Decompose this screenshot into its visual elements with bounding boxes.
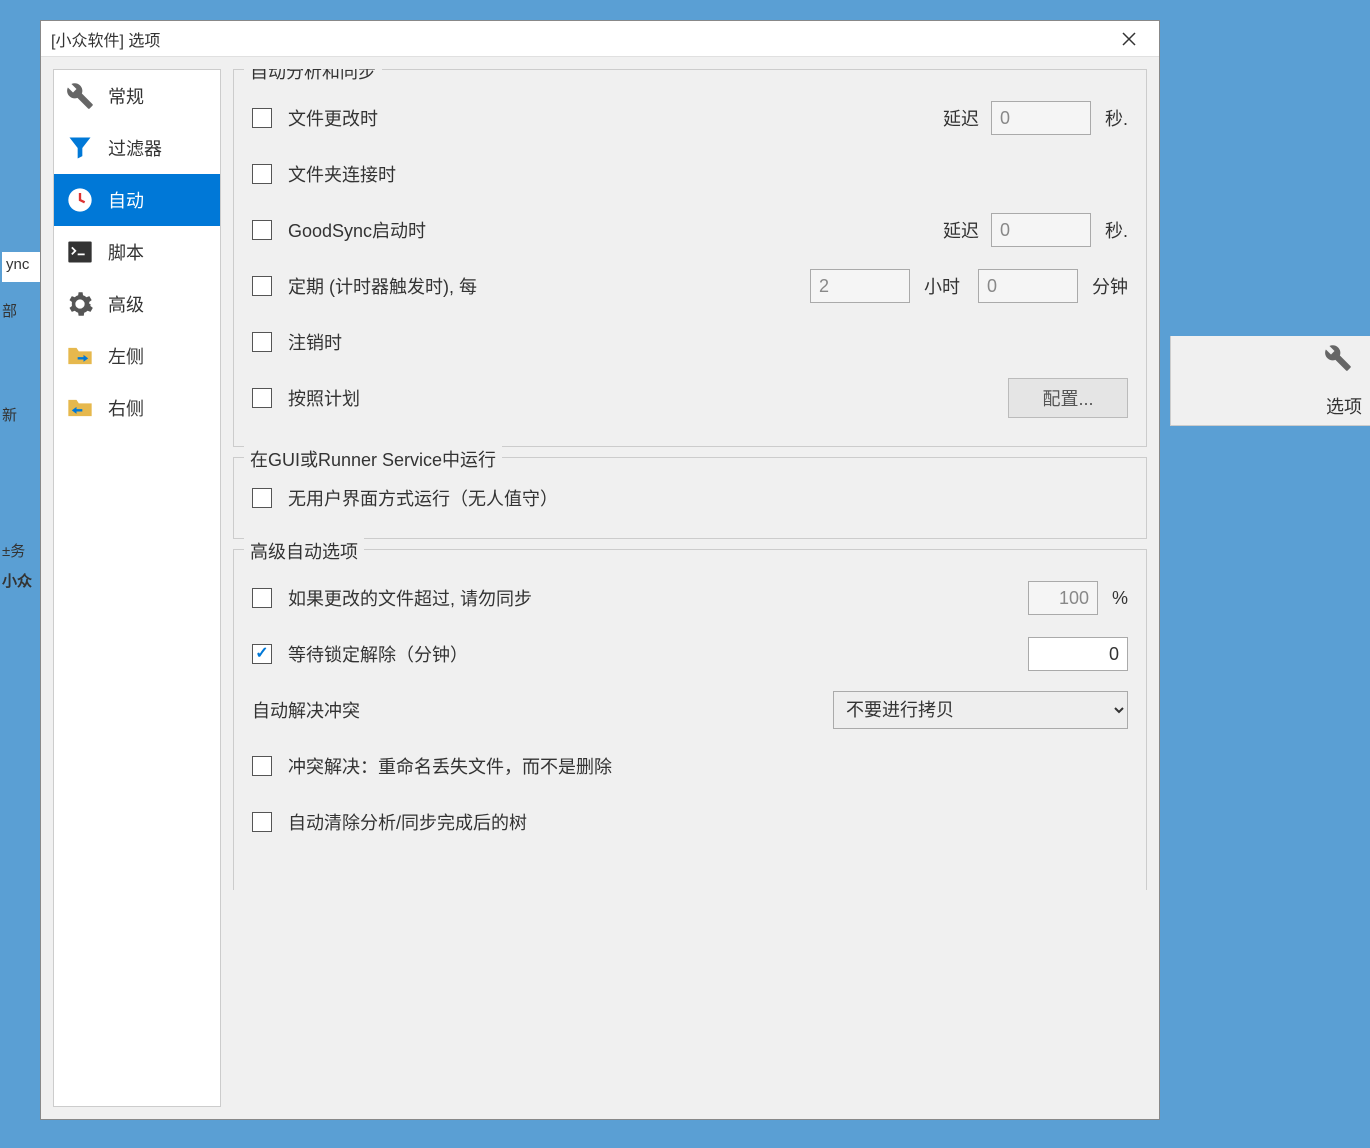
sidebar-item-label: 右侧	[108, 395, 144, 421]
checkbox-label: 定期 (计时器触发时), 每	[288, 273, 477, 299]
percent-input[interactable]	[1028, 581, 1098, 615]
row-folder-connect: 文件夹连接时	[252, 146, 1128, 202]
options-dialog: [小众软件] 选项 常规 过滤器 自动 脚本 高	[40, 20, 1160, 1120]
group-title: 在GUI或Runner Service中运行	[244, 446, 502, 472]
bg-frag: 小众	[2, 570, 32, 591]
checkbox-auto-clear[interactable]	[252, 812, 272, 832]
sidebar-item-label: 左侧	[108, 343, 144, 369]
titlebar: [小众软件] 选项	[41, 21, 1159, 57]
bg-frag: 选项	[1326, 393, 1362, 419]
checkbox-label: 冲突解决：重命名丢失文件，而不是删除	[288, 753, 612, 779]
checkbox-logout[interactable]	[252, 332, 272, 352]
row-schedule: 按照计划 配置...	[252, 370, 1128, 426]
checkbox-label: GoodSync启动时	[288, 217, 426, 243]
sidebar: 常规 过滤器 自动 脚本 高级 左侧	[53, 69, 221, 1107]
bg-frag: 新	[2, 404, 17, 425]
sidebar-item-label: 自动	[108, 187, 144, 213]
checkbox-rename-lost[interactable]	[252, 756, 272, 776]
sidebar-item-advanced[interactable]: 高级	[54, 278, 220, 330]
clock-icon	[66, 186, 94, 214]
sidebar-item-general[interactable]: 常规	[54, 70, 220, 122]
row-no-sync-if: 如果更改的文件超过, 请勿同步 %	[252, 570, 1128, 626]
checkbox-wait-unlock[interactable]	[252, 644, 272, 664]
checkbox-label: 如果更改的文件超过, 请勿同步	[288, 585, 532, 611]
sidebar-item-auto[interactable]: 自动	[54, 174, 220, 226]
row-wait-unlock: 等待锁定解除（分钟）	[252, 626, 1128, 682]
row-label: 自动解决冲突	[252, 697, 360, 723]
checkbox-goodsync-start[interactable]	[252, 220, 272, 240]
unit-label: 秒.	[1105, 217, 1128, 243]
checkbox-no-sync-if[interactable]	[252, 588, 272, 608]
row-goodsync-start: GoodSync启动时 延迟 秒.	[252, 202, 1128, 258]
minute-input[interactable]	[978, 269, 1078, 303]
sidebar-item-right[interactable]: 右侧	[54, 382, 220, 434]
group-run-mode: 在GUI或Runner Service中运行 无用户界面方式运行（无人值守）	[233, 457, 1147, 539]
folder-right-icon	[66, 342, 94, 370]
dialog-title: [小众软件] 选项	[51, 27, 160, 51]
checkbox-unattended[interactable]	[252, 488, 272, 508]
wrench-icon	[66, 82, 94, 110]
folder-left-icon	[66, 394, 94, 422]
group-title: 自动分析和同步	[244, 69, 382, 84]
group-advanced-auto: 高级自动选项 如果更改的文件超过, 请勿同步 % 等待锁定解除（分钟） 自动解决…	[233, 549, 1147, 890]
checkbox-folder-connect[interactable]	[252, 164, 272, 184]
group-title: 高级自动选项	[244, 538, 364, 564]
checkbox-label: 文件更改时	[288, 105, 378, 131]
unit-label: 秒.	[1105, 105, 1128, 131]
checkbox-label: 无用户界面方式运行（无人值守）	[288, 485, 558, 511]
funnel-icon	[66, 134, 94, 162]
checkbox-label: 按照计划	[288, 385, 360, 411]
sidebar-item-label: 脚本	[108, 239, 144, 265]
sidebar-item-script[interactable]: 脚本	[54, 226, 220, 278]
row-auto-clear: 自动清除分析/同步完成后的树	[252, 794, 1128, 850]
hour-input[interactable]	[810, 269, 910, 303]
bg-frag: ±务	[2, 540, 25, 561]
unit-label: 小时	[924, 273, 960, 299]
bg-frag: 部	[2, 300, 17, 321]
unit-label: %	[1112, 588, 1128, 609]
sidebar-item-left[interactable]: 左侧	[54, 330, 220, 382]
sidebar-item-label: 过滤器	[108, 135, 162, 161]
bg-right-frag: 选项	[1170, 336, 1370, 426]
row-logout: 注销时	[252, 314, 1128, 370]
minutes-input[interactable]	[1028, 637, 1128, 671]
checkbox-label: 自动清除分析/同步完成后的树	[288, 809, 527, 835]
content-panel: 自动分析和同步 文件更改时 延迟 秒. 文件夹连接时 GoodSync启动时	[233, 69, 1147, 1107]
checkbox-file-change[interactable]	[252, 108, 272, 128]
unit-label: 分钟	[1092, 273, 1128, 299]
delay-label: 延迟	[943, 217, 979, 243]
delay-label: 延迟	[943, 105, 979, 131]
delay-input[interactable]	[991, 213, 1091, 247]
terminal-icon	[66, 238, 94, 266]
checkbox-label: 等待锁定解除（分钟）	[288, 641, 468, 667]
row-file-change: 文件更改时 延迟 秒.	[252, 90, 1128, 146]
row-unattended: 无用户界面方式运行（无人值守）	[252, 478, 1128, 518]
checkbox-schedule[interactable]	[252, 388, 272, 408]
bg-frag: ync	[2, 252, 40, 282]
checkbox-label: 注销时	[288, 329, 342, 355]
dialog-body: 常规 过滤器 自动 脚本 高级 左侧	[41, 57, 1159, 1119]
sidebar-item-label: 高级	[108, 291, 144, 317]
row-periodic: 定期 (计时器触发时), 每 小时 分钟	[252, 258, 1128, 314]
gear-icon	[66, 290, 94, 318]
row-conflict-resolution: 自动解决冲突 不要进行拷贝	[252, 682, 1128, 738]
close-button[interactable]	[1109, 24, 1149, 54]
delay-input[interactable]	[991, 101, 1091, 135]
sidebar-item-label: 常规	[108, 83, 144, 109]
group-auto-sync: 自动分析和同步 文件更改时 延迟 秒. 文件夹连接时 GoodSync启动时	[233, 69, 1147, 447]
sidebar-item-filter[interactable]: 过滤器	[54, 122, 220, 174]
checkbox-periodic[interactable]	[252, 276, 272, 296]
conflict-select[interactable]: 不要进行拷贝	[833, 691, 1128, 729]
configure-button[interactable]: 配置...	[1008, 378, 1128, 418]
row-rename-lost: 冲突解决：重命名丢失文件，而不是删除	[252, 738, 1128, 794]
checkbox-label: 文件夹连接时	[288, 161, 396, 187]
